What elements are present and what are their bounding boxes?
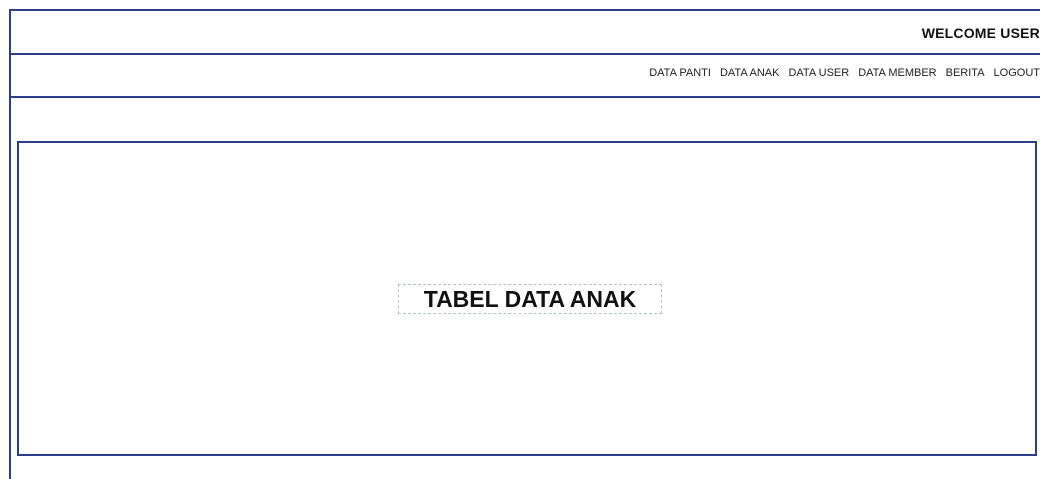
nav-item-data-member[interactable]: DATA MEMBER (858, 67, 936, 79)
welcome-text: WELCOME USER (921, 25, 1040, 41)
header-bar: WELCOME USER (9, 9, 1040, 55)
nav-item-berita[interactable]: BERITA (946, 67, 985, 79)
nav-item-logout[interactable]: LOGOUT (994, 67, 1040, 79)
page-title: TABEL DATA ANAK (398, 284, 662, 314)
nav-bar: DATA PANTI DATA ANAK DATA USER DATA MEMB… (9, 55, 1040, 98)
nav-item-data-panti[interactable]: DATA PANTI (649, 67, 711, 79)
main-nav: DATA PANTI DATA ANAK DATA USER DATA MEMB… (649, 67, 1040, 79)
nav-item-data-anak[interactable]: DATA ANAK (720, 67, 780, 79)
nav-item-data-user[interactable]: DATA USER (788, 67, 849, 79)
